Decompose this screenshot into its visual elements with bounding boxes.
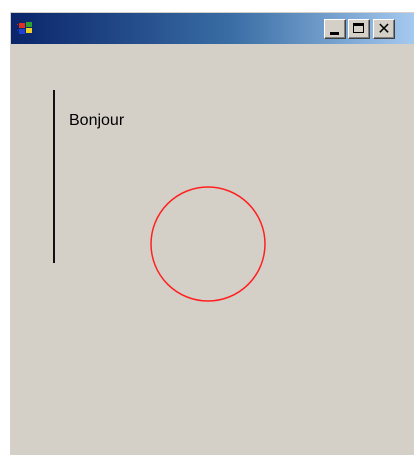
windows-flag-icon[interactable] [17, 21, 35, 37]
title-bar[interactable]: ✕ [11, 13, 414, 44]
client-area: Bonjour [11, 44, 414, 456]
circle-outline [150, 186, 266, 302]
minimize-button[interactable] [324, 19, 346, 39]
minimize-icon [330, 32, 339, 35]
maximize-icon [353, 23, 364, 33]
vertical-line [53, 90, 55, 263]
maximize-button[interactable] [348, 19, 370, 39]
close-icon: ✕ [377, 19, 391, 38]
app-window: ✕ Bonjour [10, 12, 414, 455]
close-button[interactable]: ✕ [373, 19, 395, 39]
circle-shape [150, 186, 266, 302]
greeting-text: Bonjour [69, 112, 125, 129]
